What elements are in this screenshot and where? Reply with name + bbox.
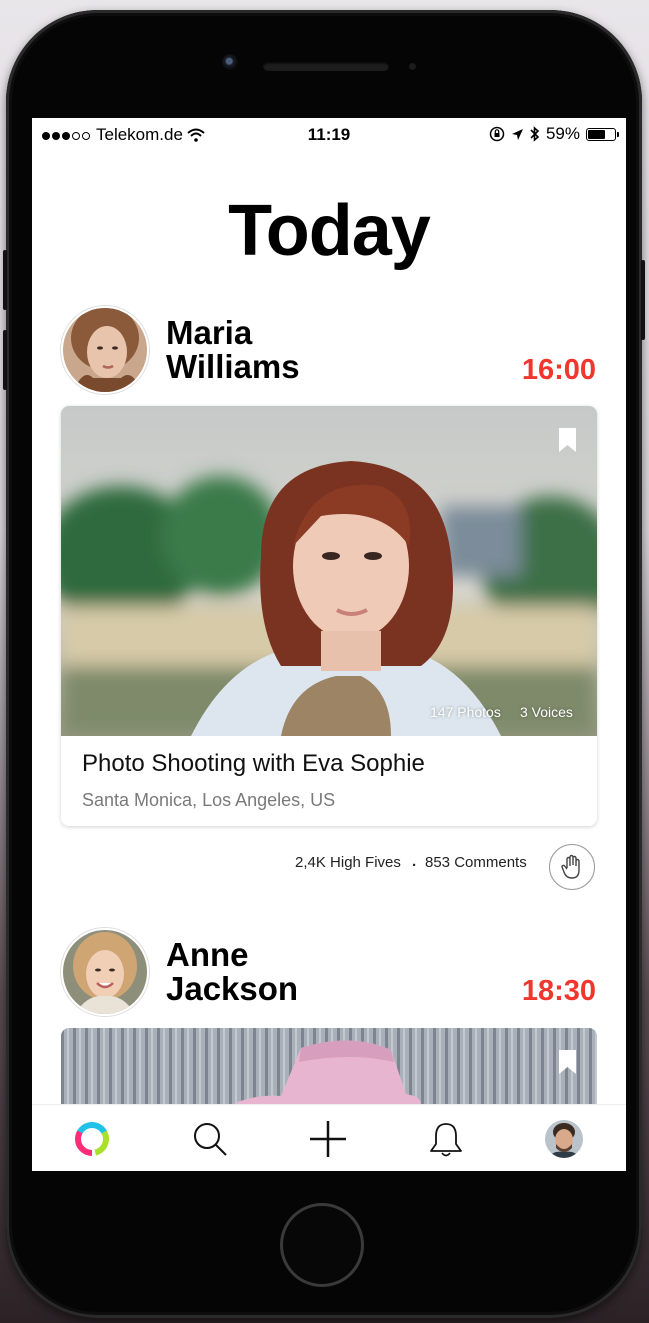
avatar-image xyxy=(63,308,147,392)
screen: Telekom.de 11:19 59% Today Maria William… xyxy=(32,118,626,1171)
avatar-image xyxy=(63,930,147,1014)
phone-frame: Telekom.de 11:19 59% Today Maria William… xyxy=(3,10,645,1318)
post-author-name[interactable]: Maria Williams xyxy=(166,316,300,384)
profile-avatar xyxy=(545,1120,583,1158)
high-five-button[interactable] xyxy=(549,844,595,890)
rotation-lock-icon xyxy=(489,126,505,142)
high-fives-count[interactable]: 2,4K High Fives xyxy=(295,854,401,871)
earpiece-speaker xyxy=(263,62,389,71)
activity-icon xyxy=(75,1122,109,1156)
bookmark-icon[interactable] xyxy=(559,1050,576,1074)
author-first-name: Anne xyxy=(166,936,249,973)
post-time: 16:00 xyxy=(521,354,596,386)
tab-profile[interactable] xyxy=(544,1119,584,1159)
search-icon xyxy=(194,1123,227,1156)
volume-button-down xyxy=(3,330,7,390)
hand-icon xyxy=(561,854,580,879)
post-author-name[interactable]: Anne Jackson xyxy=(166,938,298,1006)
event-location: Santa Monica, Los Angeles, US xyxy=(82,790,336,810)
front-camera xyxy=(222,54,238,70)
comments-count[interactable]: 853 Comments xyxy=(425,854,527,871)
power-button xyxy=(641,260,645,340)
photo-count: 147 Photos xyxy=(430,704,501,720)
home-button[interactable] xyxy=(280,1203,364,1287)
author-last-name: Williams xyxy=(166,348,300,385)
author-last-name: Jackson xyxy=(166,970,299,1007)
proximity-sensor xyxy=(409,63,416,70)
status-bar: Telekom.de 11:19 59% xyxy=(32,118,626,150)
tab-activity[interactable] xyxy=(72,1119,112,1159)
event-title: Photo Shooting with Eva Sophie xyxy=(82,750,425,777)
plus-icon xyxy=(310,1121,346,1157)
event-photo xyxy=(61,1028,597,1108)
tab-notifications[interactable] xyxy=(426,1119,466,1159)
voice-count: 3 Voices xyxy=(520,704,573,720)
bluetooth-icon xyxy=(530,126,540,142)
avatar[interactable] xyxy=(61,928,149,1016)
stats-separator: . xyxy=(412,853,417,870)
event-card[interactable]: 147 Photos 3 Voices Photo Shooting with … xyxy=(61,406,597,826)
tab-bar xyxy=(32,1104,626,1171)
author-first-name: Maria xyxy=(166,314,253,351)
battery-icon xyxy=(586,127,619,141)
bell-icon xyxy=(430,1123,462,1157)
tab-search[interactable] xyxy=(190,1119,230,1159)
event-card[interactable] xyxy=(61,1028,597,1108)
page-title: Today xyxy=(228,191,431,271)
avatar[interactable] xyxy=(61,306,149,394)
tab-create[interactable] xyxy=(308,1119,348,1159)
location-icon xyxy=(511,128,523,140)
volume-button-up xyxy=(3,250,7,310)
bookmark-icon[interactable] xyxy=(559,428,576,452)
post-time: 18:30 xyxy=(521,975,596,1007)
battery-percent: 59% xyxy=(545,124,580,143)
event-photo xyxy=(61,406,597,736)
